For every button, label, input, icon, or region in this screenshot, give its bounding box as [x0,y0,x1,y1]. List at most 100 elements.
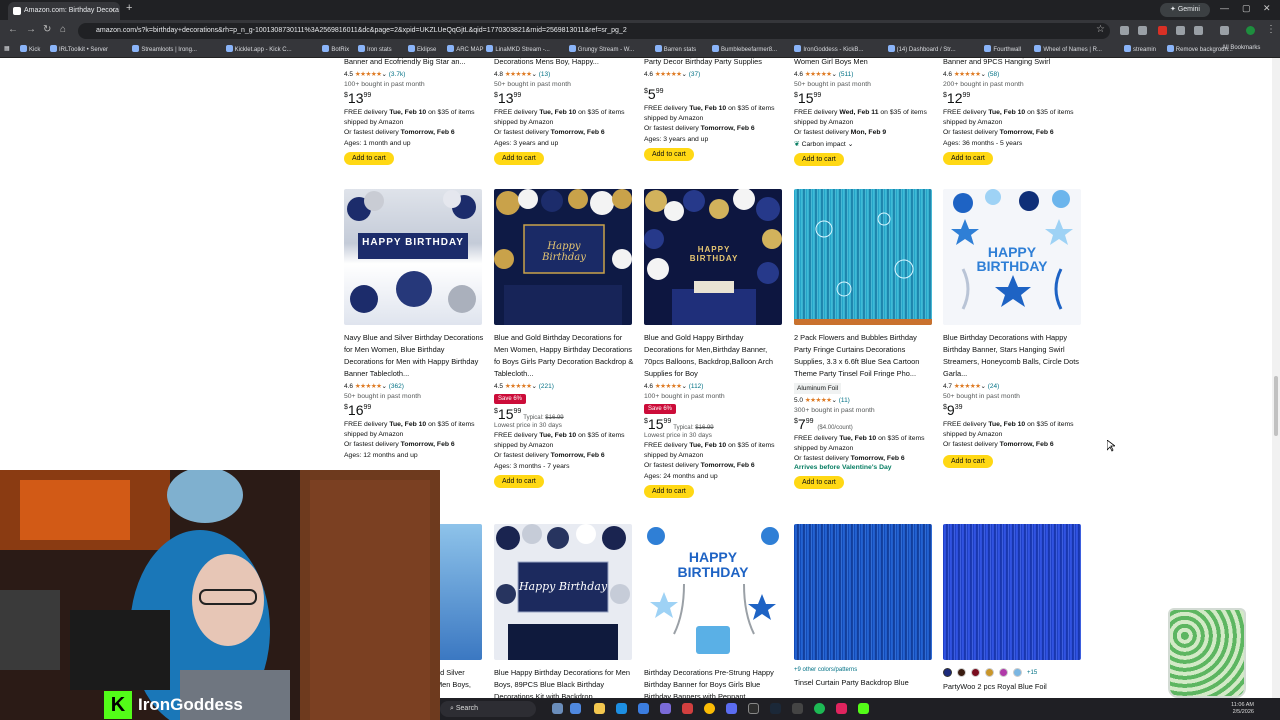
carbon-impact[interactable]: ❦ Carbon impact ⌄ [794,140,934,148]
rating[interactable]: 4.8 ★★★★★⌄ (13) [494,70,634,78]
product-title[interactable]: Banner and 9PCS Hanging Swirl [943,58,1083,68]
extension-icon[interactable] [1194,26,1203,35]
store-icon[interactable] [638,703,649,714]
product-title[interactable]: Women Girl Boys Men [794,58,934,68]
rating[interactable]: 4.6 ★★★★★⌄ (112) [644,382,784,390]
price[interactable]: $599 [644,86,784,102]
price[interactable]: $1599 [794,90,934,106]
bookmark-item[interactable]: Kick [20,45,40,53]
product-title[interactable]: Blue Birthday Decorations with Happy Bir… [943,332,1083,380]
product-title[interactable]: Banner and Ecofriendly Big Star an... [344,58,484,68]
taskbar-clock[interactable]: 11:06 AM 2/5/2026 [1231,702,1254,716]
price[interactable]: $799 ($4.00/count) [794,416,934,432]
product-image[interactable]: Happy Birthday [494,189,632,325]
price[interactable]: $1599Typical: $16.99 [644,416,784,432]
app-icon[interactable] [682,703,693,714]
product-image[interactable]: HAPPY BIRTHDAY [344,189,482,325]
bookmark-item[interactable]: Streamloots | Irong... [132,45,197,53]
product-title[interactable]: Blue and Gold Birthday Decorations for M… [494,332,634,380]
rating[interactable]: 4.6 ★★★★★⌄ (37) [644,70,784,78]
extension-icon[interactable] [1158,26,1167,35]
maximize-icon[interactable]: ▢ [1242,3,1251,14]
rating[interactable]: 4.6 ★★★★★⌄ (362) [344,382,484,390]
profile-avatar[interactable] [1246,26,1255,35]
task-view-icon[interactable] [552,703,563,714]
bookmark-item[interactable]: Iron stats [358,45,392,53]
edge-icon[interactable] [616,703,627,714]
add-to-cart-button[interactable]: Add to cart [943,455,993,468]
page-scrollbar[interactable] [1272,58,1280,698]
add-to-cart-button[interactable]: Add to cart [794,153,844,166]
bookmark-item[interactable]: streamin [1124,45,1156,53]
other-colors-link[interactable]: +9 other colors/patterns [794,667,934,673]
minimize-icon[interactable]: — [1220,3,1229,13]
product-image[interactable]: HAPPY BIRTHDAY [943,189,1081,325]
product-title[interactable]: PartyWoo 2 pcs Royal Blue Foil [943,681,1083,693]
color-swatch[interactable] [971,667,980,677]
product-image[interactable] [794,189,932,325]
forward-icon[interactable]: → [26,24,36,35]
more-colors-link[interactable]: +15 [1027,670,1037,676]
all-bookmarks-button[interactable]: All Bookmarks [1222,45,1260,51]
color-swatch[interactable] [985,667,994,677]
bookmark-item[interactable]: Eklipse [408,45,436,53]
bookmark-item[interactable]: Wheel of Names | R... [1034,45,1102,53]
obs-icon[interactable] [792,703,803,714]
product-image[interactable]: HAPPY BIRTHDAY [644,524,782,660]
folder-icon[interactable] [594,703,605,714]
bookmark-item[interactable]: IronGoddess - KickB... [794,45,863,53]
product-title[interactable]: Birthday Decorations Pre-Strung Happy Bi… [644,667,784,698]
rating[interactable]: 4.6 ★★★★★⌄ (511) [794,70,934,78]
puzzle-icon[interactable] [1220,26,1229,35]
price[interactable]: $1699 [344,402,484,418]
extension-icon[interactable] [1138,26,1147,35]
bookmark-item[interactable]: IRLToolkit • Server [50,45,108,53]
reload-icon[interactable]: ↻ [43,24,51,35]
scrollbar-thumb[interactable] [1274,376,1278,436]
new-tab-icon[interactable]: + [126,2,132,14]
taskbar-search[interactable]: ⌕ Search [440,701,536,717]
product-title[interactable]: Blue and Gold Happy Birthday Decorations… [644,332,784,380]
product-title[interactable]: 2 Pack Flowers and Bubbles Birthday Part… [794,332,934,380]
extension-icon[interactable] [1176,26,1185,35]
bookmark-star-icon[interactable]: ☆ [1096,24,1105,35]
add-to-cart-button[interactable]: Add to cart [644,485,694,498]
product-title[interactable]: Tinsel Curtain Party Backdrop Blue [794,677,934,689]
apps-icon[interactable]: ▦ [4,45,10,52]
product-title[interactable]: Decorations Mens Boy, Happy... [494,58,634,68]
spotify-icon[interactable] [814,703,825,714]
color-swatch[interactable] [999,667,1008,677]
rating[interactable]: 5.0 ★★★★★⌄ (11) [794,396,934,404]
add-to-cart-button[interactable]: Add to cart [943,152,993,165]
color-swatch[interactable] [957,667,966,677]
add-to-cart-button[interactable]: Add to cart [494,152,544,165]
price[interactable]: $939 [943,402,1083,418]
product-title[interactable]: Navy Blue and Silver Birthday Decoration… [344,332,484,380]
add-to-cart-button[interactable]: Add to cart [644,148,694,161]
gemini-button[interactable]: ✦ Gemini [1160,3,1210,17]
price[interactable]: $1599Typical: $16.99 [494,406,634,422]
bookmark-item[interactable]: Kicklet.app - Kick C... [225,45,292,53]
add-to-cart-button[interactable]: Add to cart [794,476,844,489]
app-icon[interactable] [660,703,671,714]
rating[interactable]: 4.5 ★★★★★⌄ (221) [494,382,634,390]
add-to-cart-button[interactable]: Add to cart [494,475,544,488]
price[interactable]: $1299 [943,90,1083,106]
kick-icon[interactable] [858,703,869,714]
price[interactable]: $1399 [494,90,634,106]
home-icon[interactable]: ⌂ [60,24,66,35]
back-icon[interactable]: ← [8,24,18,35]
chrome-icon[interactable] [704,703,715,714]
add-to-cart-button[interactable]: Add to cart [344,152,394,165]
rating[interactable]: 4.7 ★★★★★⌄ (24) [943,382,1083,390]
product-image[interactable] [794,524,932,660]
discord-icon[interactable] [726,703,737,714]
rating[interactable]: 4.6 ★★★★★⌄ (58) [943,70,1083,78]
extension-icon[interactable] [1120,26,1129,35]
color-swatch[interactable] [943,667,952,677]
browser-tab[interactable]: Amazon.com: Birthday Decora ✕ [8,2,120,20]
bookmark-item[interactable]: (14) Dashboard / Str... [887,45,956,53]
color-swatch[interactable] [1013,667,1022,677]
product-title[interactable]: Party Decor Birthday Party Supplies [644,58,784,68]
rating[interactable]: 4.5 ★★★★★⌄ (3.7k) [344,70,484,78]
